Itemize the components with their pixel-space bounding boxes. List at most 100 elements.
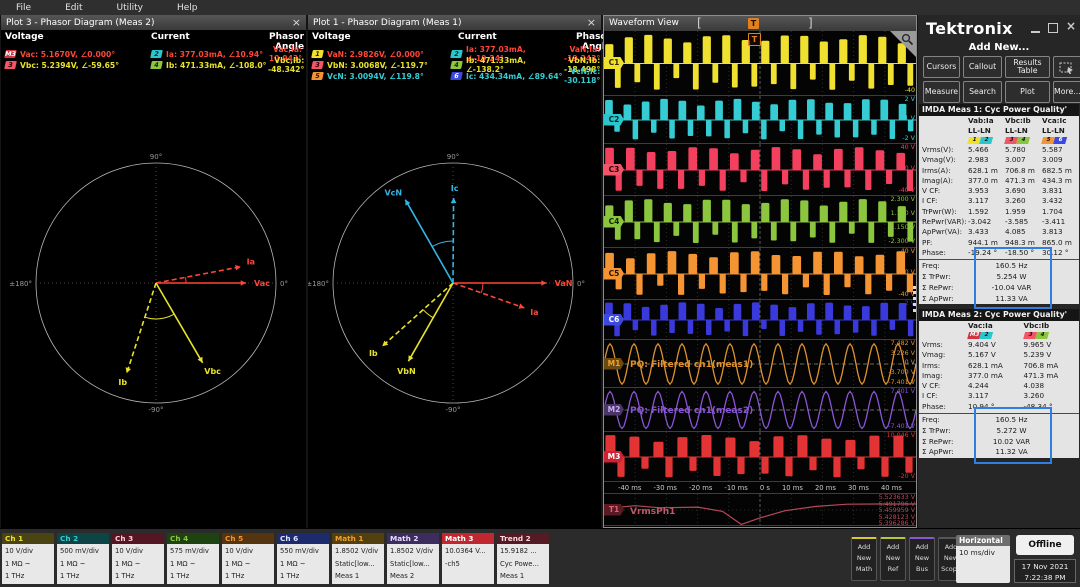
close-icon[interactable]: × xyxy=(587,17,596,28)
results-table-button[interactable]: Results Table xyxy=(1005,56,1050,78)
more-button[interactable]: More... xyxy=(1053,81,1080,103)
channel-tag-M3[interactable]: M3 xyxy=(604,450,624,463)
add-new-bus-button[interactable]: Add New Bus xyxy=(909,537,935,581)
time-tick-label: -30 ms xyxy=(653,483,677,492)
channel-badge-ch-6[interactable]: Ch 6 550 mV/div 1 MΩ ~1 THz xyxy=(277,533,329,584)
source-badge-1: 1 xyxy=(311,50,324,58)
meas-col-header: Vbc:Ib xyxy=(1005,116,1031,125)
channel-tag-M2[interactable]: M2 xyxy=(604,403,624,416)
maximize-icon[interactable] xyxy=(1048,23,1058,33)
cursors-button[interactable]: Cursors xyxy=(923,56,960,78)
meas-row-label: TrPwr(W): xyxy=(922,206,957,216)
time-tick-label: 30 ms xyxy=(847,483,869,492)
channel-badge-header: Math 2 xyxy=(387,533,439,544)
waveform-row-C6[interactable]: C6 2 V xyxy=(604,300,916,340)
plot-button[interactable]: Plot xyxy=(1005,81,1050,103)
menu-edit[interactable]: Edit xyxy=(65,3,82,13)
waveform-scroll-grip[interactable] xyxy=(913,286,916,312)
meas-row-label: Vrms(V): xyxy=(922,145,954,154)
source-badge-3: 3 xyxy=(311,61,324,69)
magnifier-icon xyxy=(901,33,914,46)
meas-summary-label: Σ ApPwr: xyxy=(922,293,954,303)
add-new-label: Add New... xyxy=(968,42,1030,53)
waveform-row-M3[interactable]: M3 10.046 V -20 V xyxy=(604,432,916,482)
trigger-position-icon[interactable]: T xyxy=(748,33,761,46)
menu-help[interactable]: Help xyxy=(177,3,198,13)
imda-meas1-header[interactable]: IMDA Meas 1: Cyc Power Quality' xyxy=(919,104,1079,116)
channel-badge-ch-4[interactable]: Ch 4 575 mV/div 1 MΩ ~1 THz xyxy=(167,533,219,584)
channel-badge-header: Trend 2 xyxy=(497,533,549,544)
channel-badge-math-2[interactable]: Math 2 1.8502 V/div Static[low... Meas 2 xyxy=(387,533,439,584)
draw-a-box-button[interactable] xyxy=(1053,56,1080,78)
channel-badge-ch-5[interactable]: Ch 5 10 V/div 1 MΩ ~1 THz xyxy=(222,533,274,584)
measure-button[interactable]: Measure xyxy=(923,81,960,103)
waveform-row-C4[interactable]: C4 2.300 V 1.150 V -1.150 V -2.300 V xyxy=(604,196,916,248)
channel-tag-C3[interactable]: C3 xyxy=(604,163,624,176)
channel-tag-C1[interactable]: C1 xyxy=(604,57,624,69)
source-badge-pair: 12 xyxy=(967,137,1006,145)
svg-text:0°: 0° xyxy=(280,280,288,288)
source-badge-2: 2 xyxy=(979,332,994,339)
offline-button[interactable]: Offline xyxy=(1016,535,1074,555)
current-readout: Ib: 471.33mA, ∠-108.0° xyxy=(166,60,267,70)
meas-value: 5.587 xyxy=(1042,145,1063,154)
zoom-bracket-right[interactable]: ] xyxy=(808,16,813,30)
waveform-title-bar[interactable]: Waveform View [ ] T xyxy=(604,16,916,31)
zoom-bracket-left[interactable]: [ xyxy=(697,16,702,30)
channel-badge-ch-3[interactable]: Ch 3 10 V/div 1 MΩ ~1 THz xyxy=(112,533,164,584)
plot3-title-bar[interactable]: Plot 3 - Phasor Diagram (Meas 2) × xyxy=(1,15,306,30)
minimize-icon[interactable] xyxy=(1031,23,1040,33)
channel-badge-header: Math 1 xyxy=(332,533,384,544)
phasor-diagram-meas1: 90° -90° 0° ±180° VaN Ia VbN Ib VcN Ic xyxy=(308,153,585,414)
channel-tag-C5[interactable]: C5 xyxy=(604,267,624,280)
close-window-icon[interactable]: × xyxy=(1066,19,1076,33)
meas-value: 471.3 mA xyxy=(1023,370,1059,380)
meas-value: 4.085 xyxy=(1005,227,1026,237)
waveform-row-M1[interactable]: M1 7.482 V 3.226 V 0 V -3.700 V -7.401 V PQ: F… xyxy=(604,340,916,388)
channel-tag-M1[interactable]: M1 xyxy=(604,357,624,370)
add-new-ref-button[interactable]: Add New Ref xyxy=(880,537,906,581)
trigger-marker-icon[interactable]: T xyxy=(748,18,759,29)
waveform-row-C2[interactable]: C2 2 V 1 V -2 V xyxy=(604,96,916,144)
current-readout: Ia: 377.03mA, ∠10.94° xyxy=(166,49,264,59)
waveform-row-C5[interactable]: C5 40 V 20 V -40 V xyxy=(604,248,916,300)
source-badge-4: 4 xyxy=(450,61,463,69)
channel-tag-C4[interactable]: C4 xyxy=(604,215,624,228)
time-tick-label: 40 ms xyxy=(880,483,902,492)
channel-badge-settings: 575 mV/div 1 MΩ ~1 THz xyxy=(167,544,219,584)
channel-badge-math-1[interactable]: Math 1 1.8502 V/div Static[low... Meas 1 xyxy=(332,533,384,584)
angle-readout: VcN,Ic: -30.118° xyxy=(564,67,601,85)
channel-badge-ch-2[interactable]: Ch 2 500 mV/div 1 MΩ ~1 THz xyxy=(57,533,109,584)
close-icon[interactable]: × xyxy=(292,17,301,28)
meas-summary-label: Σ RePwr: xyxy=(922,436,954,446)
horizontal-badge[interactable]: Horizontal 10 ms/div xyxy=(956,535,1010,583)
angle-readout: Vbc,Ib: -48.342° xyxy=(268,56,305,74)
meas-row-label: I CF: xyxy=(922,391,938,401)
meas-value: 1.704 xyxy=(1042,206,1063,216)
menu-utility[interactable]: Utility xyxy=(117,3,143,13)
add-new-math-button[interactable]: Add New Math xyxy=(851,537,877,581)
callout-button[interactable]: Callout xyxy=(963,56,1002,78)
scale-label: 1.150 V xyxy=(890,210,915,218)
meas-value: 471.3 m xyxy=(1005,175,1035,185)
source-badge-6: 6 xyxy=(450,72,463,80)
meas-row-label: V CF: xyxy=(922,186,941,196)
channel-badge-trend-2[interactable]: Trend 2 15.9182 ... Cyc Powe... Meas 1 xyxy=(497,533,549,584)
channel-badge-math-3[interactable]: Math 3 10.0364 V... -ch5 xyxy=(442,533,494,584)
channel-badge-ch-1[interactable]: Ch 1 10 V/div 1 MΩ ~1 THz xyxy=(2,533,54,584)
plot1-title-bar[interactable]: Plot 1 - Phasor Diagram (Meas 1) × xyxy=(308,15,601,30)
imda-meas2-header[interactable]: IMDA Meas 2: Cyc Power Quality' xyxy=(919,309,1079,321)
waveform-row-M2[interactable]: M2 7.401 V -7.401 V PQ: Filtered ch1(meas2) xyxy=(604,388,916,432)
channel-tag-T1[interactable]: T1 xyxy=(604,503,624,516)
time-tick-label: -40 ms xyxy=(618,483,642,492)
channel-tag-C6[interactable]: C6 xyxy=(604,313,624,326)
waveform-row-C3[interactable]: C3 40 V 20 V -40 V xyxy=(604,144,916,196)
channel-badge-header: Ch 2 xyxy=(57,533,109,544)
waveform-row-T1[interactable]: T1 5.523633 V 5.491796 V 5.459959 V 5.428123… xyxy=(604,494,916,526)
channel-tag-C2[interactable]: C2 xyxy=(604,113,624,126)
meas-row-label: Irms: xyxy=(922,360,941,370)
search-button[interactable]: Search xyxy=(963,81,1002,103)
scale-label: 2.300 V xyxy=(890,196,915,203)
menu-file[interactable]: File xyxy=(16,3,31,13)
voltage-readout: VaN: 2.9826V, ∠0.000° xyxy=(327,49,424,59)
